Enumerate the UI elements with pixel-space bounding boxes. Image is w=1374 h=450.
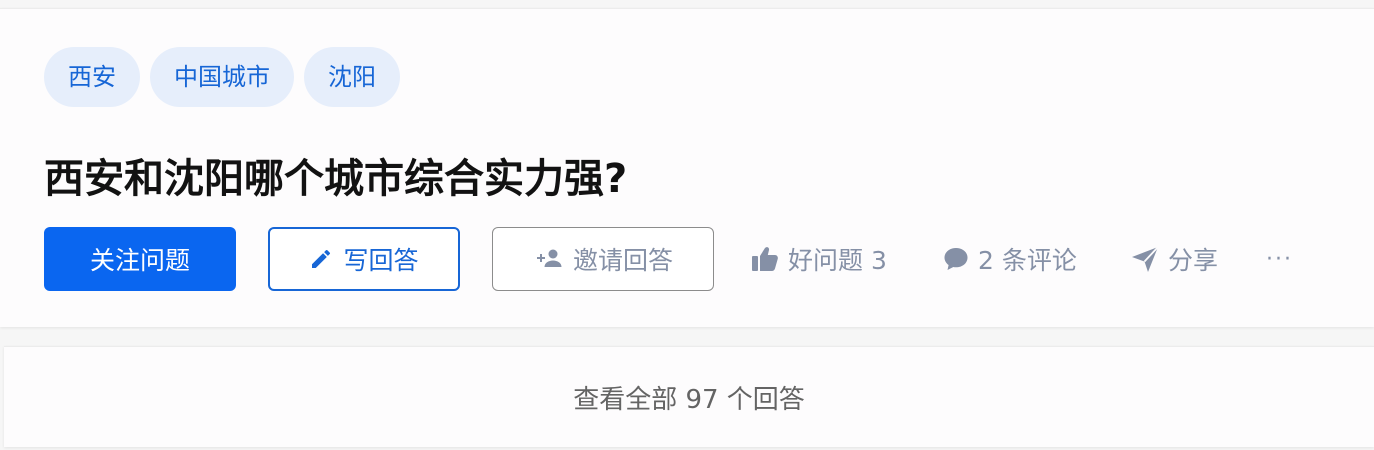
pencil-icon (309, 247, 333, 271)
speech-bubble-icon (942, 245, 970, 273)
view-all-answers-button[interactable]: 查看全部 97 个回答 (4, 346, 1374, 447)
invite-answer-label: 邀请回答 (572, 246, 673, 275)
follow-question-label: 关注问题 (89, 246, 190, 275)
more-options-icon: ··· (1266, 246, 1293, 272)
follow-question-button[interactable]: 关注问题 (44, 227, 236, 291)
thumbs-up-icon (750, 245, 780, 273)
question-title[interactable]: 西安和沈阳哪个城市综合实力强? (44, 149, 627, 209)
add-person-icon (533, 247, 563, 271)
view-all-answers-label: 查看全部 97 个回答 (573, 384, 805, 415)
write-answer-label: 写回答 (343, 246, 419, 275)
topic-tags: 西安 中国城市 沈阳 (44, 47, 400, 107)
write-answer-button[interactable]: 写回答 (268, 227, 460, 291)
comments-button[interactable]: 2 条评论 (942, 227, 1077, 291)
question-actions: 关注问题 写回答 邀请回答 好问题 3 2 条评论 分享 ··· (44, 227, 1344, 295)
more-options-button[interactable]: ··· (1266, 227, 1293, 291)
share-label: 分享 (1168, 246, 1219, 275)
topic-tag[interactable]: 中国城市 (150, 47, 294, 107)
question-card: 西安 中国城市 沈阳 西安和沈阳哪个城市综合实力强? 关注问题 写回答 邀请回答… (0, 8, 1374, 327)
share-button[interactable]: 分享 (1130, 227, 1218, 291)
good-question-button[interactable]: 好问题 3 (750, 227, 887, 291)
good-question-label: 好问题 3 (788, 246, 887, 275)
paper-plane-icon (1130, 245, 1160, 273)
topic-tag[interactable]: 西安 (44, 47, 140, 107)
topic-tag[interactable]: 沈阳 (304, 47, 400, 107)
invite-answer-button[interactable]: 邀请回答 (492, 227, 714, 291)
comments-label: 2 条评论 (978, 246, 1077, 275)
